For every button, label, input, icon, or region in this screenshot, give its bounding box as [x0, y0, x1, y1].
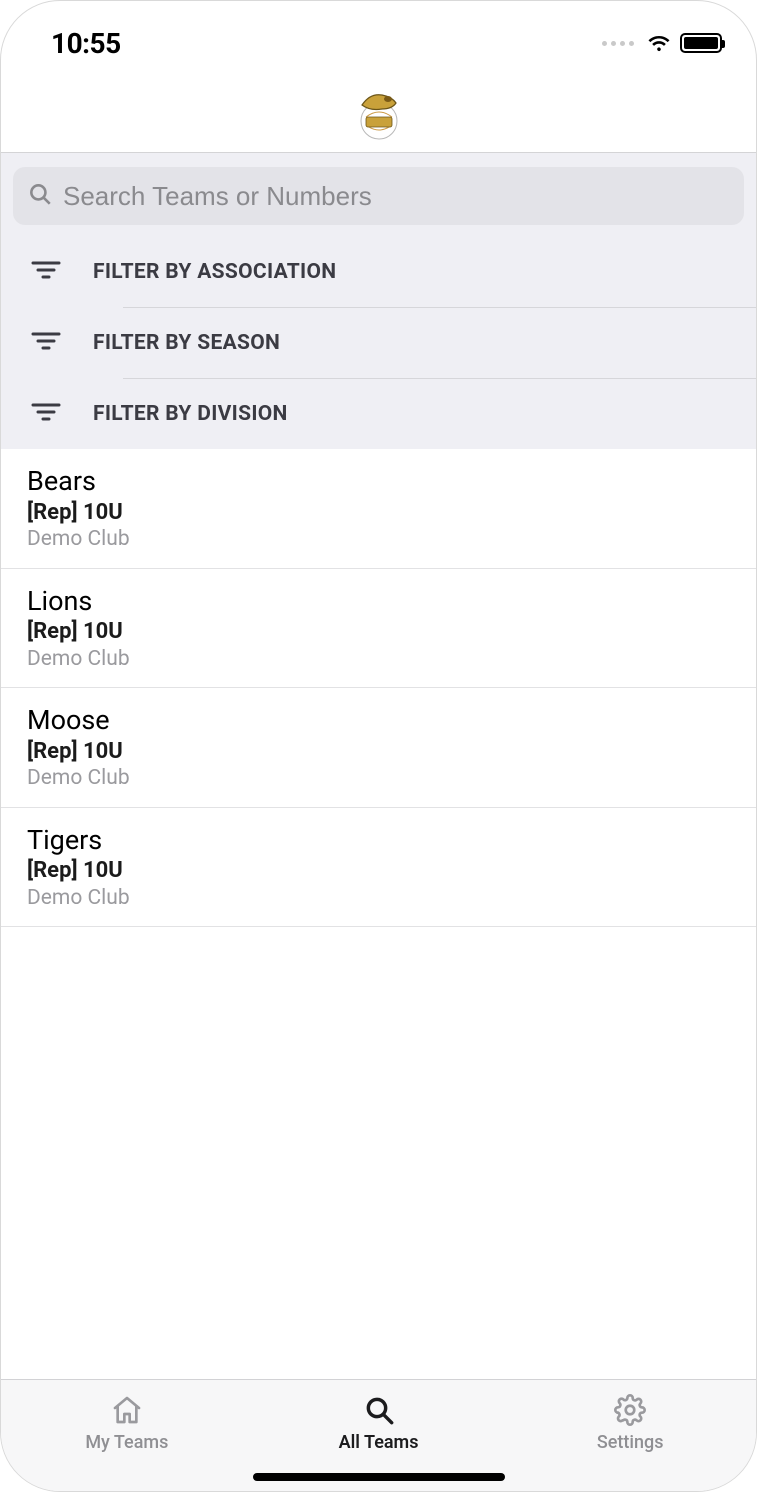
- team-club: Demo Club: [27, 765, 730, 792]
- filters-section: FILTER BY ASSOCIATION FILTER BY SEASON: [1, 153, 756, 449]
- status-time: 10:55: [51, 27, 121, 60]
- battery-icon: [680, 33, 722, 53]
- tab-my-teams[interactable]: My Teams: [1, 1380, 253, 1491]
- filter-label: FILTER BY SEASON: [93, 331, 280, 355]
- home-indicator[interactable]: [253, 1473, 505, 1481]
- team-name: Moose: [27, 704, 730, 738]
- teams-list: Bears [Rep] 10U Demo Club Lions [Rep] 10…: [1, 449, 756, 927]
- filter-label: FILTER BY DIVISION: [93, 402, 288, 426]
- signal-dots-icon: [602, 41, 634, 46]
- app-logo: [348, 81, 410, 143]
- gear-icon: [613, 1394, 647, 1426]
- filter-season[interactable]: FILTER BY SEASON: [1, 308, 756, 378]
- search-icon: [362, 1394, 396, 1426]
- team-division: [Rep] 10U: [27, 618, 730, 646]
- status-bar: 10:55: [1, 15, 756, 71]
- filter-icon: [31, 330, 61, 356]
- tab-label: Settings: [597, 1432, 664, 1453]
- team-club: Demo Club: [27, 646, 730, 673]
- header: [1, 71, 756, 153]
- filter-icon: [31, 401, 61, 427]
- team-row[interactable]: Lions [Rep] 10U Demo Club: [1, 569, 756, 689]
- team-name: Bears: [27, 465, 730, 499]
- team-division: [Rep] 10U: [27, 499, 730, 527]
- search-wrap: [1, 153, 756, 237]
- filter-label: FILTER BY ASSOCIATION: [93, 260, 336, 284]
- wifi-icon: [646, 33, 672, 53]
- search-icon: [27, 181, 53, 211]
- device-frame: 10:55: [0, 0, 757, 1492]
- filter-division[interactable]: FILTER BY DIVISION: [1, 379, 756, 449]
- team-club: Demo Club: [27, 526, 730, 553]
- tab-label: All Teams: [339, 1432, 419, 1453]
- tab-settings[interactable]: Settings: [504, 1380, 756, 1491]
- home-icon: [110, 1394, 144, 1426]
- search-field[interactable]: [13, 167, 744, 225]
- team-name: Lions: [27, 585, 730, 619]
- team-row[interactable]: Moose [Rep] 10U Demo Club: [1, 688, 756, 808]
- team-row[interactable]: Tigers [Rep] 10U Demo Club: [1, 808, 756, 928]
- status-indicators: [602, 33, 722, 53]
- team-name: Tigers: [27, 824, 730, 858]
- team-club: Demo Club: [27, 885, 730, 912]
- team-division: [Rep] 10U: [27, 857, 730, 885]
- filter-icon: [31, 259, 61, 285]
- team-division: [Rep] 10U: [27, 738, 730, 766]
- search-input[interactable]: [63, 181, 730, 212]
- team-row[interactable]: Bears [Rep] 10U Demo Club: [1, 449, 756, 569]
- tab-label: My Teams: [85, 1432, 168, 1453]
- filter-association[interactable]: FILTER BY ASSOCIATION: [1, 237, 756, 307]
